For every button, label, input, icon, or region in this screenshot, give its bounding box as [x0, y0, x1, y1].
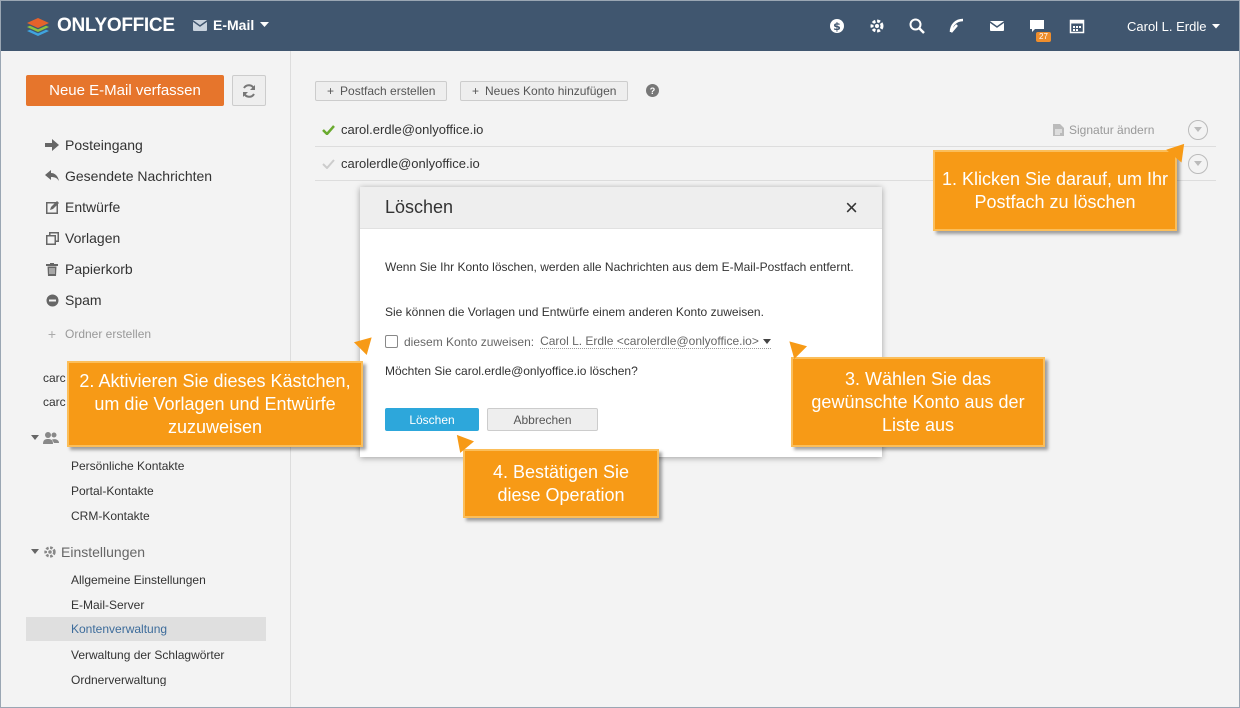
- dialog-info-text: Sie können die Vorlagen und Entwürfe ein…: [385, 305, 764, 319]
- account-menu-button[interactable]: [1188, 119, 1208, 140]
- create-folder-label: Ordner erstellen: [65, 327, 152, 341]
- folder-label: Papierkorb: [65, 261, 133, 277]
- talk-badge: 27: [1036, 32, 1051, 42]
- signature-label: Signatur ändern: [1069, 122, 1155, 137]
- folder-spam[interactable]: Spam: [45, 292, 102, 308]
- inbox-arrow-icon: [45, 138, 59, 152]
- folder-templates[interactable]: Vorlagen: [45, 230, 120, 246]
- close-icon[interactable]: ×: [845, 197, 858, 219]
- edit-icon: [45, 200, 59, 214]
- mail-icon[interactable]: [989, 18, 1005, 34]
- add-account-label: Neues Konto hinzufügen: [485, 84, 617, 98]
- dialog-header: Löschen ×: [360, 187, 882, 229]
- module-switcher[interactable]: E-Mail: [193, 17, 270, 33]
- assign-checkbox[interactable]: [385, 335, 398, 348]
- chevron-down-icon: [1194, 161, 1202, 166]
- account-email: carol.erdle@onlyoffice.io: [341, 122, 484, 137]
- callout-step-1: 1. Klicken Sie darauf, um Ihr Postfach z…: [933, 150, 1177, 231]
- plus-icon: +: [327, 84, 335, 98]
- folder-sent[interactable]: Gesendete Nachrichten: [45, 168, 212, 184]
- dialog-question: Möchten Sie carol.erdle@onlyoffice.io lö…: [385, 364, 638, 378]
- chevron-down-icon: [1194, 127, 1202, 132]
- onlyoffice-logo-icon: [27, 18, 49, 36]
- account-menu-button[interactable]: [1188, 153, 1208, 174]
- chevron-down-icon: [762, 338, 771, 344]
- sidebar-item-account-management[interactable]: Kontenverwaltung: [26, 617, 266, 641]
- plus-icon: +: [472, 84, 480, 98]
- people-icon: [43, 432, 59, 444]
- dialog-title: Löschen: [385, 197, 454, 217]
- callout-step-4: 4. Bestätigen Sie diese Operation: [463, 449, 659, 518]
- assign-label: diesem Konto zuweisen:: [404, 334, 535, 349]
- folder-label: Vorlagen: [65, 230, 121, 246]
- account-select-dropdown[interactable]: Carol L. Erdle <carolerdle@onlyoffice.io…: [540, 334, 771, 349]
- refresh-button[interactable]: [232, 75, 266, 106]
- add-account-button[interactable]: + Neues Konto hinzufügen: [460, 81, 629, 101]
- account-row[interactable]: carol.erdle@onlyoffice.io Signatur änder…: [315, 113, 1216, 147]
- search-icon[interactable]: [909, 18, 925, 34]
- logo[interactable]: ONLYOFFICE: [25, 13, 175, 39]
- template-icon: [45, 231, 59, 245]
- create-mailbox-label: Postfach erstellen: [340, 84, 436, 98]
- settings-group[interactable]: Einstellungen: [31, 544, 145, 560]
- sidebar-item-tag-management[interactable]: Verwaltung der Schlagwörter: [71, 648, 224, 662]
- dialog-warning-text: Wenn Sie Ihr Konto löschen, werden alle …: [385, 260, 854, 274]
- svg-text:$: $: [833, 20, 841, 33]
- folder-inbox[interactable]: Posteingang: [45, 137, 143, 153]
- settings-icon[interactable]: [869, 18, 885, 34]
- app-window: ONLYOFFICE E-Mail $ 27 Carol L. Erdle Ne…: [0, 0, 1240, 708]
- user-name: Carol L. Erdle: [1127, 19, 1207, 34]
- check-icon: [315, 124, 341, 135]
- sidebar-item-portal-contacts[interactable]: Portal-Kontakte: [71, 484, 154, 498]
- sidebar-item-general-settings[interactable]: Allgemeine Einstellungen: [71, 573, 206, 587]
- top-header: ONLYOFFICE E-Mail $ 27 Carol L. Erdle: [1, 1, 1239, 51]
- folder-trash[interactable]: Papierkorb: [45, 261, 133, 277]
- sidebar-item-personal-contacts[interactable]: Persönliche Kontakte: [71, 459, 184, 473]
- reply-arrow-icon: [45, 169, 59, 183]
- gear-icon: [44, 546, 56, 558]
- refresh-icon: [243, 83, 255, 98]
- module-label: E-Mail: [213, 17, 255, 33]
- sidebar-account-item[interactable]: carc: [43, 395, 66, 409]
- sidebar-item-mail-server[interactable]: E-Mail-Server: [71, 598, 144, 612]
- cancel-button[interactable]: Abbrechen: [487, 408, 598, 431]
- help-icon[interactable]: ?: [646, 84, 659, 97]
- compose-button[interactable]: Neue E-Mail verfassen: [26, 75, 224, 106]
- assign-row: diesem Konto zuweisen: Carol L. Erdle <c…: [385, 334, 771, 349]
- contacts-group[interactable]: [31, 431, 59, 444]
- document-icon: [1053, 123, 1064, 136]
- envelope-icon: [193, 19, 207, 31]
- folder-label: Entwürfe: [65, 199, 121, 215]
- account-select-value: Carol L. Erdle <carolerdle@onlyoffice.io…: [540, 334, 759, 348]
- trash-icon: [45, 262, 59, 276]
- folder-label: Spam: [65, 292, 102, 308]
- chevron-down-icon: [260, 22, 270, 27]
- feed-icon[interactable]: [949, 18, 965, 34]
- callout-step-2: 2. Aktivieren Sie dieses Kästchen, um di…: [67, 361, 363, 447]
- calendar-icon[interactable]: [1069, 18, 1085, 34]
- payment-icon[interactable]: $: [829, 18, 845, 34]
- folder-label: Posteingang: [65, 137, 143, 153]
- sidebar-item-folder-management[interactable]: Ordnerverwaltung: [71, 673, 166, 686]
- check-icon: [315, 158, 341, 169]
- folder-label: Gesendete Nachrichten: [65, 168, 213, 184]
- settings-label: Einstellungen: [61, 544, 146, 560]
- user-menu[interactable]: Carol L. Erdle: [1127, 19, 1221, 34]
- create-folder-link[interactable]: + Ordner erstellen: [45, 326, 152, 342]
- spam-icon: [45, 293, 59, 307]
- folder-drafts[interactable]: Entwürfe: [45, 199, 120, 215]
- account-email: carolerdle@onlyoffice.io: [341, 156, 480, 171]
- callout-step-3: 3. Wählen Sie das gewünschte Konto aus d…: [791, 357, 1045, 447]
- triangle-down-icon: [31, 434, 39, 440]
- sidebar-item-crm-contacts[interactable]: CRM-Kontakte: [71, 509, 150, 523]
- chevron-down-icon: [1212, 24, 1221, 29]
- plus-icon: +: [47, 326, 57, 342]
- confirm-delete-button[interactable]: Löschen: [385, 408, 479, 431]
- sidebar-account-item[interactable]: carc: [43, 371, 66, 385]
- triangle-down-icon: [31, 549, 39, 554]
- logo-text: ONLYOFFICE: [57, 15, 175, 36]
- create-mailbox-button[interactable]: + Postfach erstellen: [315, 81, 448, 101]
- change-signature-link[interactable]: Signatur ändern: [1053, 123, 1154, 137]
